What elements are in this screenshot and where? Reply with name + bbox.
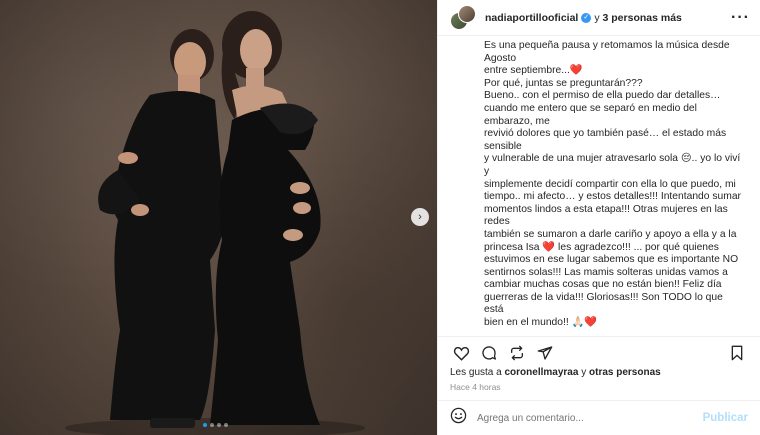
carousel-indicator xyxy=(203,423,228,427)
heart-icon[interactable] xyxy=(450,342,472,364)
carousel-next-button[interactable]: › xyxy=(411,208,429,226)
chevron-right-icon: › xyxy=(418,210,422,223)
photo-figures xyxy=(65,11,365,435)
carousel-dot xyxy=(203,423,207,427)
post-side-panel: nadiaportillooficial ✓ y 3 personas más … xyxy=(437,0,760,435)
avatar xyxy=(458,4,476,23)
comment-input[interactable] xyxy=(477,412,703,424)
likes-summary[interactable]: Les gusta a coronellmayraa y otras perso… xyxy=(450,367,661,378)
collab-avatars[interactable] xyxy=(450,4,476,31)
post-photo[interactable]: › xyxy=(0,0,437,435)
carousel-dot xyxy=(224,423,228,427)
carousel-dot xyxy=(217,423,221,427)
collaborators[interactable]: y 3 personas más xyxy=(594,12,682,24)
post-timestamp[interactable]: Hace 4 horas xyxy=(450,382,501,392)
bookmark-icon[interactable] xyxy=(726,342,748,364)
publish-button[interactable]: Publicar xyxy=(703,412,748,424)
emoji-icon[interactable] xyxy=(450,407,467,429)
action-bar xyxy=(438,336,760,362)
verified-badge-icon: ✓ xyxy=(581,12,592,23)
likes-others: otras personas xyxy=(589,367,661,378)
likes-user: coronellmayraa xyxy=(504,367,579,378)
comment-icon[interactable] xyxy=(478,342,500,364)
share-icon[interactable] xyxy=(534,342,556,364)
repost-icon[interactable] xyxy=(506,342,528,364)
comment-bar: Publicar xyxy=(438,400,760,435)
caption-area: Es una pequeña pausa y retomamos la músi… xyxy=(438,37,760,327)
post-header: nadiaportillooficial ✓ y 3 personas más … xyxy=(438,0,760,36)
ellipsis-icon[interactable]: ··· xyxy=(731,9,750,27)
post-caption: Es una pequeña pausa y retomamos la músi… xyxy=(484,40,741,327)
carousel-dot xyxy=(210,423,214,427)
author-username[interactable]: nadiaportillooficial xyxy=(485,12,578,24)
